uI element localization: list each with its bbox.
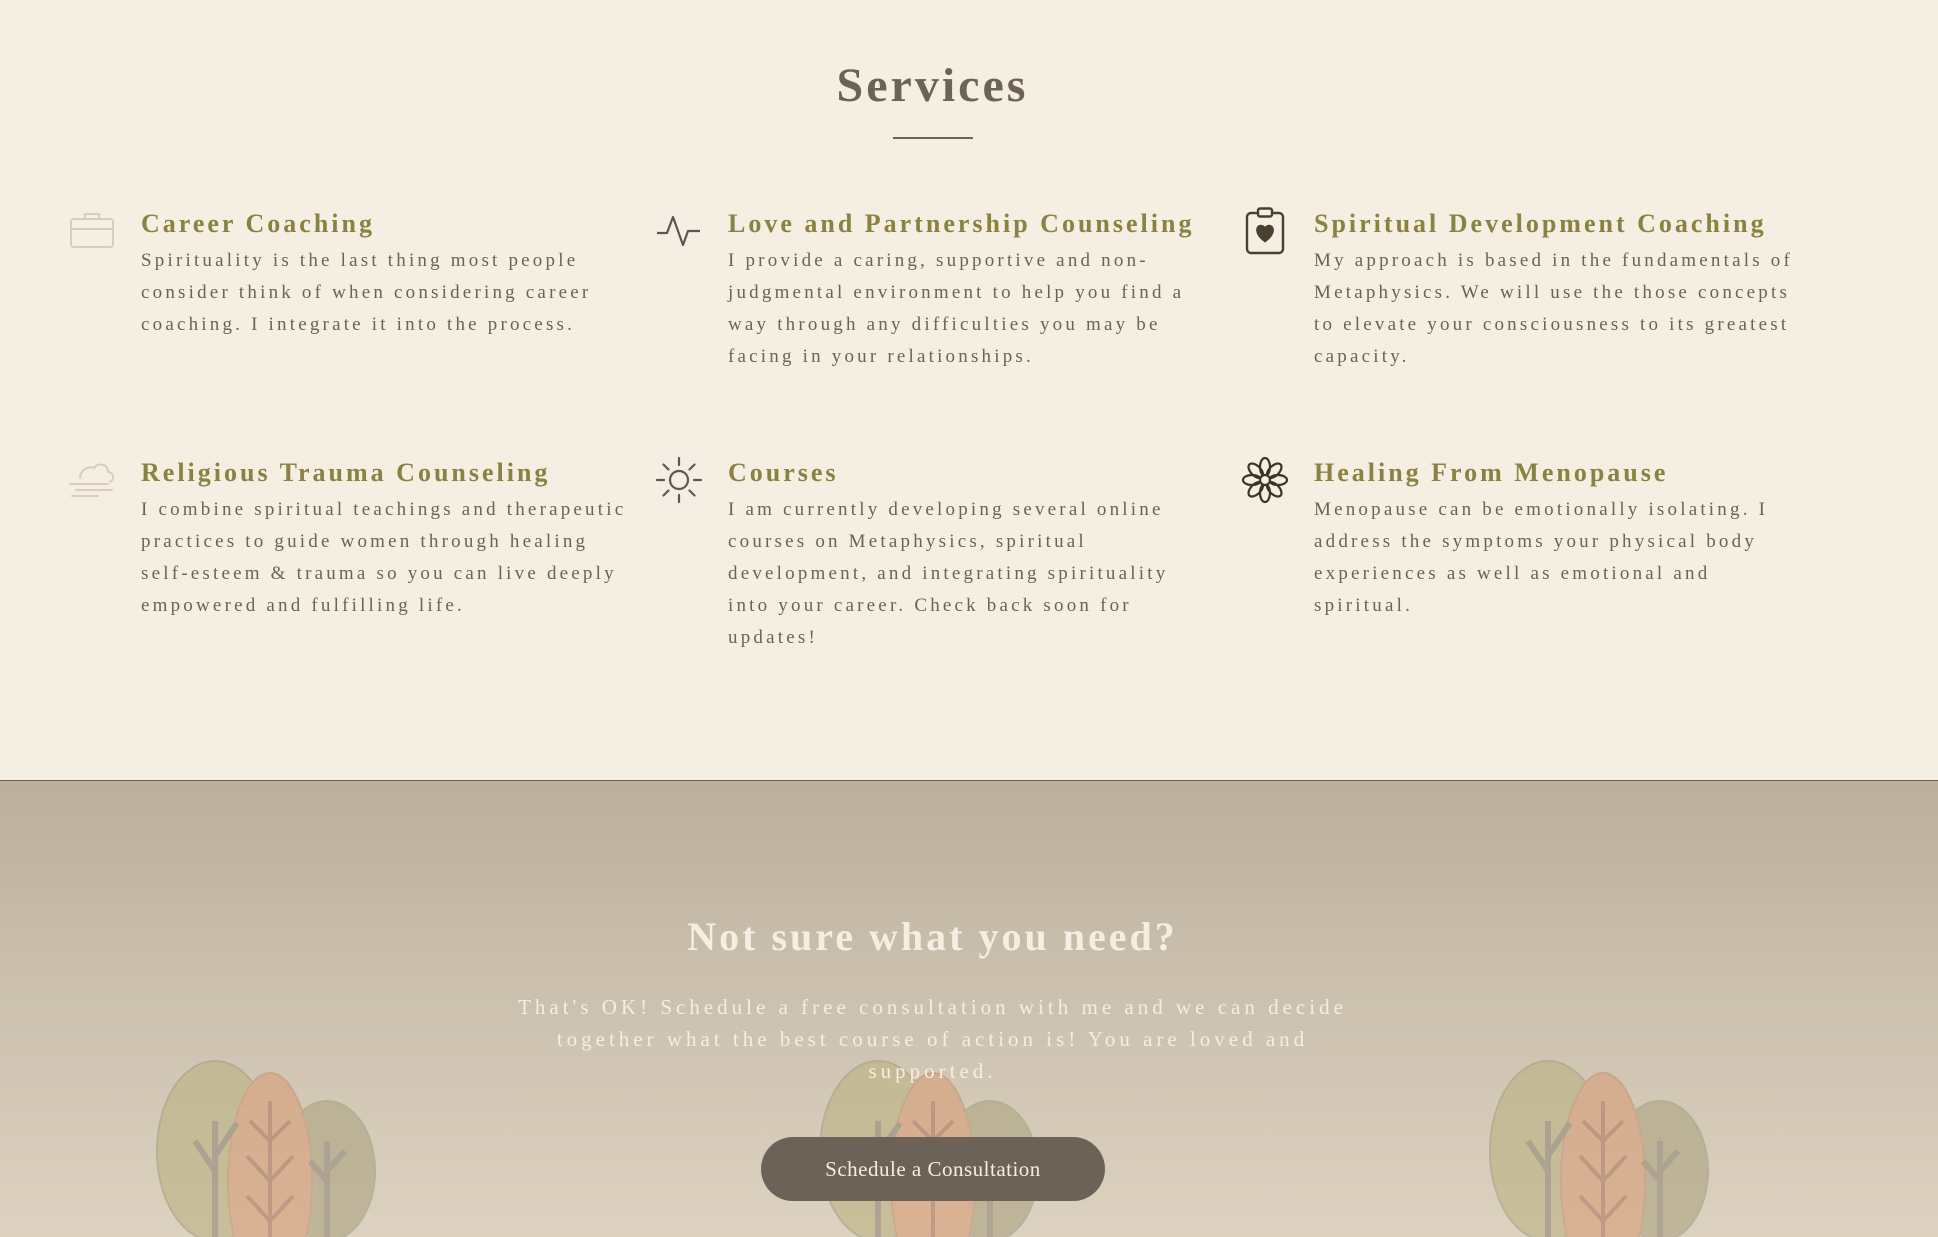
consultation-cta-section: Not sure what you need? That's OK! Sched… (0, 780, 1938, 1237)
service-description: My approach is based in the fundamentals… (1314, 250, 1793, 367)
pulse-icon (655, 207, 703, 255)
service-description: Menopause can be emotionally isolating. … (1314, 499, 1769, 616)
service-title: Healing From Menopause (1314, 458, 1669, 487)
clipboard-heart-icon (1241, 207, 1289, 255)
service-title: Religious Trauma Counseling (141, 458, 551, 487)
sun-icon (655, 456, 703, 504)
service-description: I am currently developing several online… (728, 499, 1169, 648)
service-title: Love and Partnership Counseling (728, 209, 1195, 238)
service-description: I combine spiritual teachings and therap… (141, 499, 627, 616)
cta-heading: Not sure what you need? (687, 914, 1178, 959)
schedule-consultation-button[interactable]: Schedule a Consultation (761, 1137, 1105, 1201)
service-title: Spiritual Development Coaching (1314, 209, 1767, 238)
section-title: Services (836, 59, 1029, 112)
service-description: Spirituality is the last thing most peop… (141, 250, 592, 335)
services-section: Services Career Coaching Spirituality is… (0, 0, 1938, 780)
service-title: Career Coaching (141, 209, 375, 238)
flower-icon (1241, 456, 1289, 504)
briefcase-icon (68, 207, 116, 255)
title-divider (893, 137, 973, 139)
cta-text: That's OK! Schedule a free consultation … (518, 995, 1347, 1083)
wind-cloud-icon (68, 456, 116, 504)
service-title: Courses (728, 458, 839, 487)
service-description: I provide a caring, supportive and non-j… (728, 250, 1185, 367)
